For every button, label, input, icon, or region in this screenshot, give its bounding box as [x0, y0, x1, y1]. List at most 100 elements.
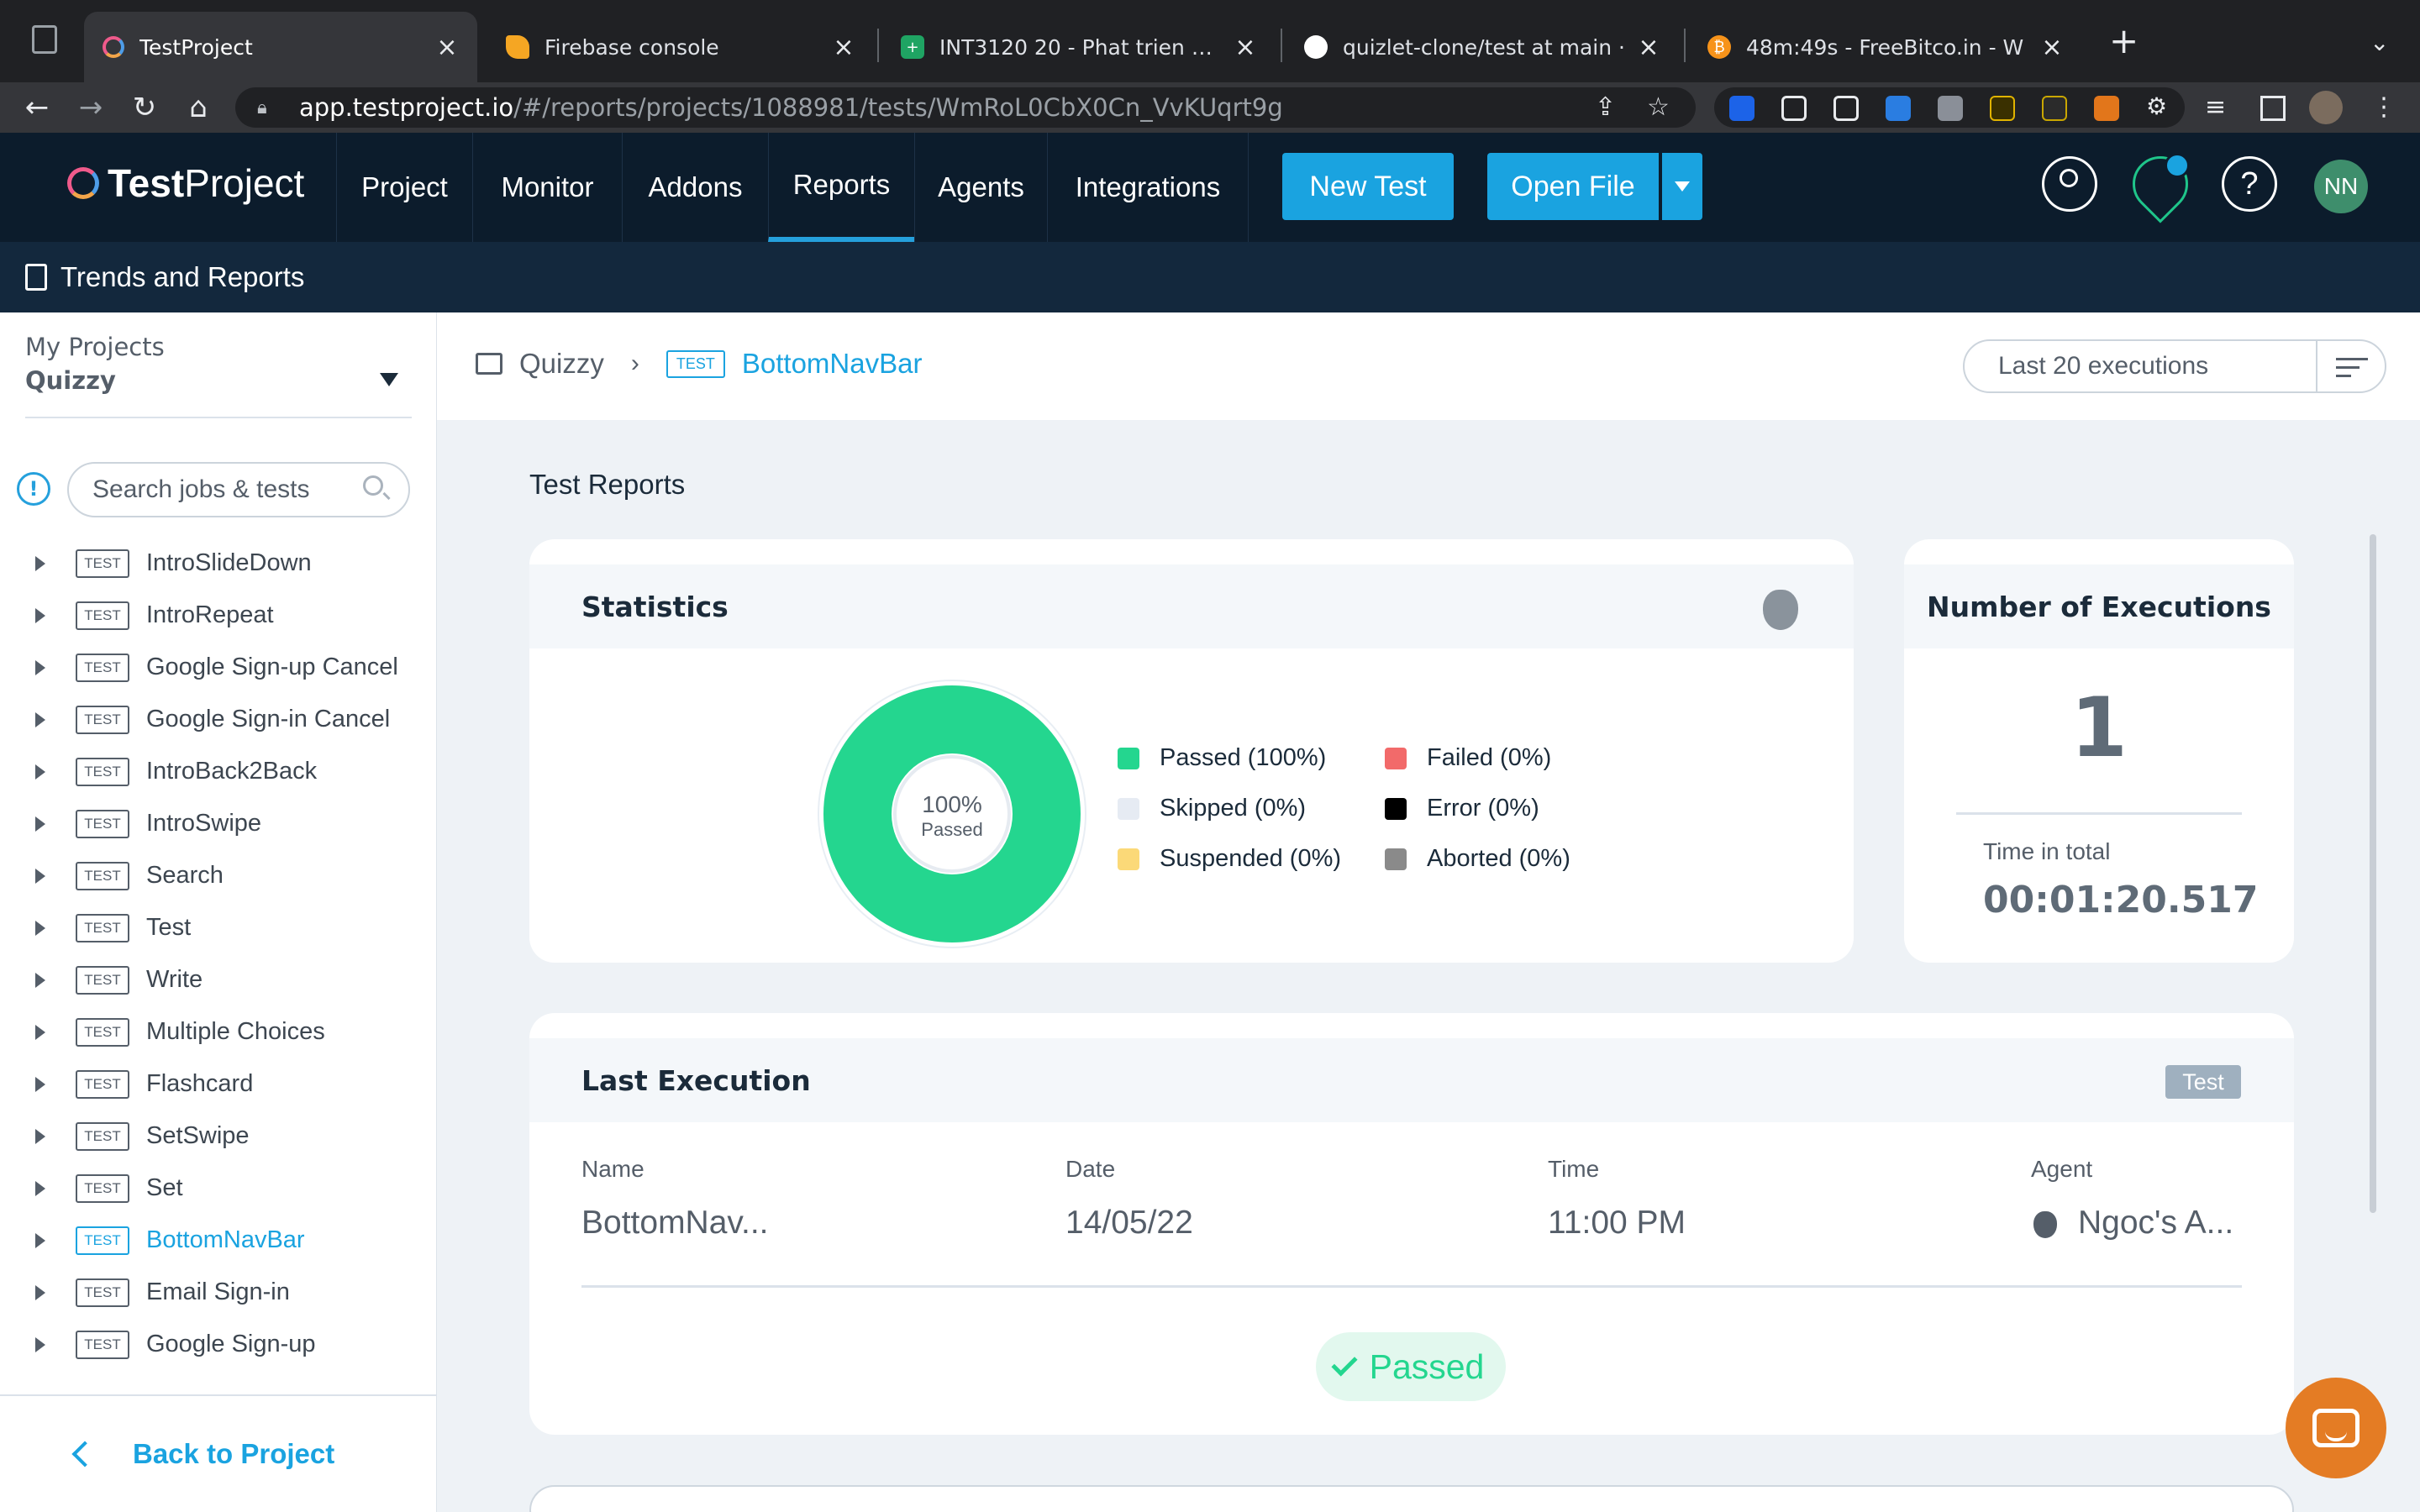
tab-list-chevron-icon[interactable]: ⌄ [2370, 29, 2389, 56]
tree-item-introback2back[interactable]: TEST IntroBack2Back [0, 746, 437, 798]
expand-arrow-icon[interactable] [35, 1077, 45, 1092]
scrollbar[interactable] [2370, 534, 2376, 1213]
agent-status-icon[interactable] [2121, 144, 2200, 223]
search-icon[interactable] [363, 475, 383, 496]
tree-item-google-sign-up[interactable]: TEST Google Sign-up [0, 1319, 437, 1371]
execution-name[interactable]: BottomNav... [581, 1205, 769, 1242]
execution-date: 14/05/22 [1065, 1205, 1193, 1241]
nav-reports[interactable]: Reports [768, 133, 914, 242]
expand-arrow-icon[interactable] [35, 1181, 45, 1196]
add-user-icon[interactable] [2042, 156, 2097, 212]
trello-icon[interactable] [1886, 96, 1911, 121]
help-icon[interactable]: ? [2222, 156, 2277, 212]
tree-item-write[interactable]: TEST Write [0, 954, 437, 1006]
new-test-button[interactable]: New Test [1282, 153, 1454, 220]
nav-monitor[interactable]: Monitor [472, 133, 622, 242]
media-queue-icon[interactable]: ≡ [2205, 92, 2226, 123]
tree-item-introswipe[interactable]: TEST IntroSwipe [0, 798, 437, 850]
back-to-project-link[interactable]: Back to Project [71, 1438, 334, 1470]
execution-agent: Ngoc's A... [2078, 1205, 2234, 1241]
extension-98-icon[interactable] [2042, 96, 2067, 121]
project-select[interactable]: Quizzy [25, 366, 116, 395]
close-tab-icon[interactable]: × [2040, 33, 2064, 62]
main-top-bar: Quizzy › TEST BottomNavBar Last 20 execu… [437, 312, 2420, 420]
nav-addons[interactable]: Addons [622, 133, 768, 242]
nav-agents[interactable]: Agents [914, 133, 1047, 242]
info-icon[interactable]: ! [17, 472, 50, 506]
expand-arrow-icon[interactable] [35, 764, 45, 780]
close-tab-icon[interactable]: × [1637, 33, 1660, 62]
home-icon[interactable]: ⌂ [178, 87, 218, 128]
tree-item-set[interactable]: TEST Set [0, 1163, 437, 1215]
tree-item-setswipe[interactable]: TEST SetSwipe [0, 1110, 437, 1163]
tree-item-multiple-choices[interactable]: TEST Multiple Choices [0, 1006, 437, 1058]
close-tab-icon[interactable]: × [435, 33, 459, 62]
statistics-header: Statistics [529, 564, 1854, 648]
side-panel-icon[interactable] [2260, 96, 2286, 121]
tree-item-google-sign-up-cancel[interactable]: TEST Google Sign-up Cancel [0, 642, 437, 694]
close-tab-icon[interactable]: × [832, 33, 855, 62]
tree-item-test[interactable]: TEST Test [0, 902, 437, 954]
open-file-button[interactable]: Open File [1487, 153, 1659, 220]
expand-arrow-icon[interactable] [35, 869, 45, 884]
expand-arrow-icon[interactable] [35, 921, 45, 936]
expand-arrow-icon[interactable] [35, 712, 45, 727]
tree-item-flashcard[interactable]: TEST Flashcard [0, 1058, 437, 1110]
tab-firebase[interactable]: Firebase console × [487, 12, 874, 82]
expand-arrow-icon[interactable] [35, 608, 45, 623]
more-vert-icon[interactable]: ⋮ [2371, 92, 2396, 123]
test-tree: TEST IntroSlideDown TEST IntroRepeat TEST Goo… [0, 538, 437, 1371]
tree-item-email-sign-in[interactable]: TEST Email Sign-in [0, 1267, 437, 1319]
app-header: Test Project Project Monitor Addons Repor… [0, 133, 2420, 242]
address-bar[interactable]: 🔒︎ app.testproject.io/#/reports/projects… [235, 87, 1696, 128]
nav-project[interactable]: Project [336, 133, 472, 242]
expand-arrow-icon[interactable] [35, 1285, 45, 1300]
nav-integrations[interactable]: Integrations [1047, 133, 1249, 242]
expand-arrow-icon[interactable] [35, 1233, 45, 1248]
tab-testproject[interactable]: TestProject × [84, 12, 477, 82]
tree-item-bottomnavbar[interactable]: TEST BottomNavBar [0, 1215, 437, 1267]
expand-arrow-icon[interactable] [35, 973, 45, 988]
execution-range-select[interactable]: Last 20 executions [1963, 339, 2386, 393]
notion-icon[interactable] [1833, 96, 1859, 121]
expand-arrow-icon[interactable] [35, 1337, 45, 1352]
forward-arrow-icon[interactable]: → [71, 87, 111, 128]
breadcrumb-project[interactable]: Quizzy [519, 348, 604, 380]
expand-arrow-icon[interactable] [35, 1129, 45, 1144]
share-icon[interactable]: ⇪ [1595, 92, 1616, 122]
open-file-dropdown[interactable] [1662, 153, 1702, 220]
new-tab-icon[interactable]: + [2109, 24, 2139, 59]
close-tab-icon[interactable]: × [1234, 33, 1257, 62]
binance-icon[interactable] [1990, 96, 2015, 121]
tab-github[interactable]: quizlet-clone/test at main · × [1286, 12, 1679, 82]
tree-item-introslidedown[interactable]: TEST IntroSlideDown [0, 538, 437, 590]
bookmark-star-icon[interactable]: ☆ [1647, 92, 1670, 122]
tab-sheets[interactable]: + INT3120 20 - Phat trien ung du × [882, 12, 1276, 82]
extension-gray-icon[interactable] [1938, 96, 1963, 121]
tab-title: INT3120 20 - Phat trien ung du [939, 34, 1222, 60]
bitwarden-icon[interactable] [1729, 96, 1754, 121]
tree-item-search[interactable]: TEST Search [0, 850, 437, 902]
testproject-logo[interactable]: Test Project [67, 158, 304, 208]
legend-suspended: Suspended (0%) [1118, 845, 1341, 873]
reload-icon[interactable]: ↻ [124, 87, 165, 128]
metamask-icon[interactable] [2094, 96, 2119, 121]
back-arrow-icon[interactable]: ← [17, 87, 57, 128]
tree-item-google-sign-in-cancel[interactable]: TEST Google Sign-in Cancel [0, 694, 437, 746]
filter-icon[interactable] [2316, 341, 2385, 391]
user-avatar[interactable]: NN [2314, 160, 2368, 213]
expand-arrow-icon[interactable] [35, 1025, 45, 1040]
tab-search-icon[interactable] [32, 25, 57, 54]
puzzle-icon[interactable]: ⚙︎ [2146, 92, 2171, 120]
caret-down-icon[interactable] [380, 373, 398, 386]
search-input[interactable] [92, 475, 345, 504]
expand-arrow-icon[interactable] [35, 556, 45, 571]
tab-freebitco[interactable]: ₿ 48m:49s - FreeBitco.in - W × [1689, 12, 2082, 82]
expand-arrow-icon[interactable] [35, 816, 45, 832]
breadcrumb-test[interactable]: BottomNavBar [742, 348, 923, 380]
expand-arrow-icon[interactable] [35, 660, 45, 675]
reader-icon[interactable] [1781, 96, 1807, 121]
profile-avatar[interactable] [2309, 91, 2343, 124]
chat-launcher[interactable] [2286, 1378, 2386, 1478]
tree-item-introrepeat[interactable]: TEST IntroRepeat [0, 590, 437, 642]
